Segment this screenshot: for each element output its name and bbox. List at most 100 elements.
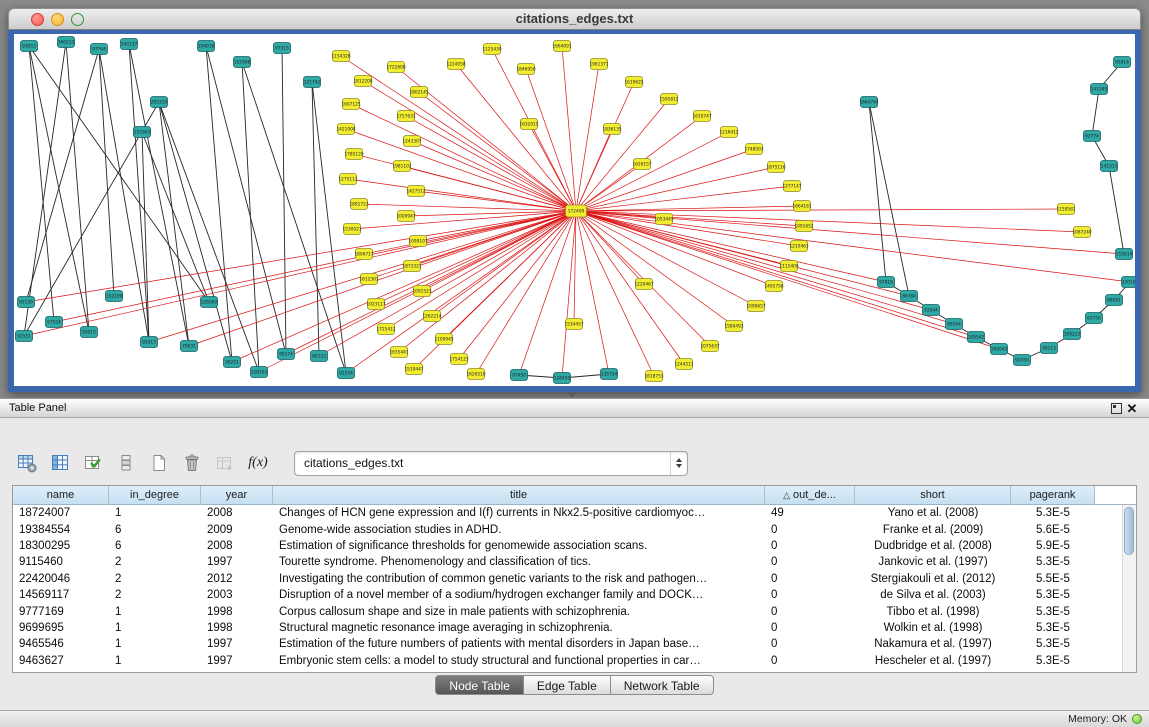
graph-node[interactable]: 1277147 [782,181,801,192]
graph-node[interactable]: 160943 [991,344,1008,355]
graph-node[interactable]: 1530021 [342,224,361,235]
graph-node[interactable]: 88091 [1106,295,1123,306]
graph-node[interactable]: 1534457 [564,319,583,330]
table-selector-dropdown[interactable]: citations_edges.txt [294,451,688,476]
graph-node[interactable]: 120103 [1122,277,1136,288]
graph-node[interactable]: 98201 [224,357,241,368]
column-header-short[interactable]: short [855,486,1011,505]
graph-node[interactable]: 95174 [278,349,295,360]
table-cell[interactable]: 5.3E-5 [1011,655,1095,667]
tab-node-table[interactable]: Node Table [435,675,524,695]
table-cell[interactable]: 0 [765,556,855,568]
graph-node[interactable]: 104018 [198,41,215,52]
column-settings-button[interactable] [14,450,40,476]
table-cell[interactable]: 1 [109,622,201,634]
table-cell[interactable]: Estimation of significance thresholds fo… [273,540,765,552]
table-cell[interactable]: 2 [109,573,201,585]
table-cell[interactable]: 9777169 [13,606,109,618]
graph-node[interactable]: 1053445 [654,214,673,225]
citation-network-canvas[interactable]: 1154328181220816071251421008178512012751… [14,34,1135,386]
table-cell[interactable]: Nakamura et al. (1997) [855,638,1011,650]
graph-node[interactable]: 1009947 [396,211,415,222]
column-header-out_de[interactable]: △out_de... [765,486,855,505]
graph-node[interactable]: 1091523 [412,286,431,297]
graph-node[interactable]: 152903 [134,127,151,138]
tab-edge-table[interactable]: Edge Table [524,675,611,695]
table-cell[interactable]: 6 [109,540,201,552]
table-cell[interactable]: 0 [765,524,855,536]
scrollbar-thumb[interactable] [1124,507,1134,555]
graph-node[interactable]: 1262214 [422,311,441,322]
graph-node[interactable]: 1220467 [634,279,653,290]
graph-node[interactable]: 1421008 [336,124,355,135]
table-cell[interactable]: Tibbo et al. (1998) [855,606,1011,618]
graph-node[interactable]: 91534 [338,368,355,379]
close-panel-icon[interactable]: ✕ [1124,401,1140,415]
table-cell[interactable]: 9115460 [13,556,109,568]
graph-node[interactable]: 1812208 [353,76,372,87]
column-header-year[interactable]: year [201,486,273,505]
table-cell[interactable]: Hescheler et al. (1997) [855,655,1011,667]
column-header-name[interactable]: name [13,486,109,505]
graph-node[interactable]: 1224058 [446,59,465,70]
table-cell[interactable]: 2008 [201,507,273,519]
table-cell[interactable]: Tourette syndrome. Phenomenology and cla… [273,556,765,568]
table-cell[interactable]: 1998 [201,606,273,618]
import-table-button[interactable] [212,450,238,476]
table-cell[interactable]: 2 [109,556,201,568]
graph-node[interactable]: 1626157 [632,159,651,170]
graph-node[interactable]: 95914 [1114,57,1131,68]
graph-node[interactable]: 92774 [1084,131,1101,142]
table-cell[interactable]: 5.3E-5 [1011,638,1095,650]
table-cell[interactable]: 0 [765,606,855,618]
graph-node[interactable]: 98113 [1041,343,1058,354]
table-cell[interactable]: 2003 [201,589,273,601]
graph-node[interactable]: 1664091 [552,41,571,52]
graph-node[interactable]: 135734 [601,369,618,380]
table-cell[interactable]: 6 [109,524,201,536]
float-panel-icon[interactable] [1108,401,1124,415]
graph-node[interactable]: 1806717 [354,249,373,260]
table-cell[interactable]: 0 [765,622,855,634]
graph-node[interactable]: 160213 [58,37,75,48]
column-header-title[interactable]: title [273,486,765,505]
table-cell[interactable]: 0 [765,573,855,585]
table-cell[interactable]: Embryonic stem cells: a model to study s… [273,655,765,667]
graph-node[interactable]: 1619625 [624,77,643,88]
graph-node[interactable]: 1125439 [482,44,501,55]
graph-node[interactable]: 128103 [251,367,268,378]
table-cell[interactable]: 5.9E-5 [1011,540,1095,552]
graph-node[interactable]: 1873321 [402,261,421,272]
graph-node[interactable]: 1610747 [692,111,711,122]
graph-node[interactable]: 1664161 [792,201,811,212]
table-cell[interactable]: Estimation of the future numbers of pati… [273,638,765,650]
table-cell[interactable]: 14569117 [13,589,109,601]
table-cell[interactable]: de Silva et al. (2003) [855,589,1011,601]
table-cell[interactable]: Dudbridge et al. (2008) [855,540,1011,552]
new-table-button[interactable] [146,450,172,476]
column-header-pagerank[interactable]: pagerank [1011,486,1095,505]
graph-node[interactable]: 86784 [901,291,918,302]
graph-node[interactable]: 1754123 [449,354,468,365]
graph-node[interactable]: 140137 [121,39,138,50]
graph-node[interactable]: 67750 [1086,313,1103,324]
graph-node[interactable]: 1589493 [724,321,743,332]
graph-node[interactable]: 152908 [234,57,251,68]
graph-node[interactable]: 1109945 [434,334,453,345]
table-cell[interactable]: 9699695 [13,622,109,634]
table-cell[interactable]: Investigating the contribution of common… [273,573,765,585]
table-row[interactable]: 1830029562008Estimation of significance … [13,538,1136,554]
function-builder-button[interactable]: f(x) [245,450,271,476]
graph-node[interactable]: 97554 [46,317,63,328]
graph-node[interactable]: 1091652 [794,221,813,232]
table-cell[interactable]: 5.5E-5 [1011,573,1095,585]
graph-node[interactable]: 1495756 [764,281,783,292]
graph-node[interactable]: 1785120 [344,149,363,160]
graph-node[interactable]: 99164 [946,319,963,330]
graph-node[interactable]: 1607125 [341,99,360,110]
graph-node[interactable]: 93053 [21,41,38,52]
graph-node[interactable]: 109213 [1064,329,1081,340]
table-cell[interactable]: 1997 [201,638,273,650]
graph-node[interactable]: 141313 [1101,161,1118,172]
table-row[interactable]: 2242004622012Investigating the contribut… [13,571,1136,587]
